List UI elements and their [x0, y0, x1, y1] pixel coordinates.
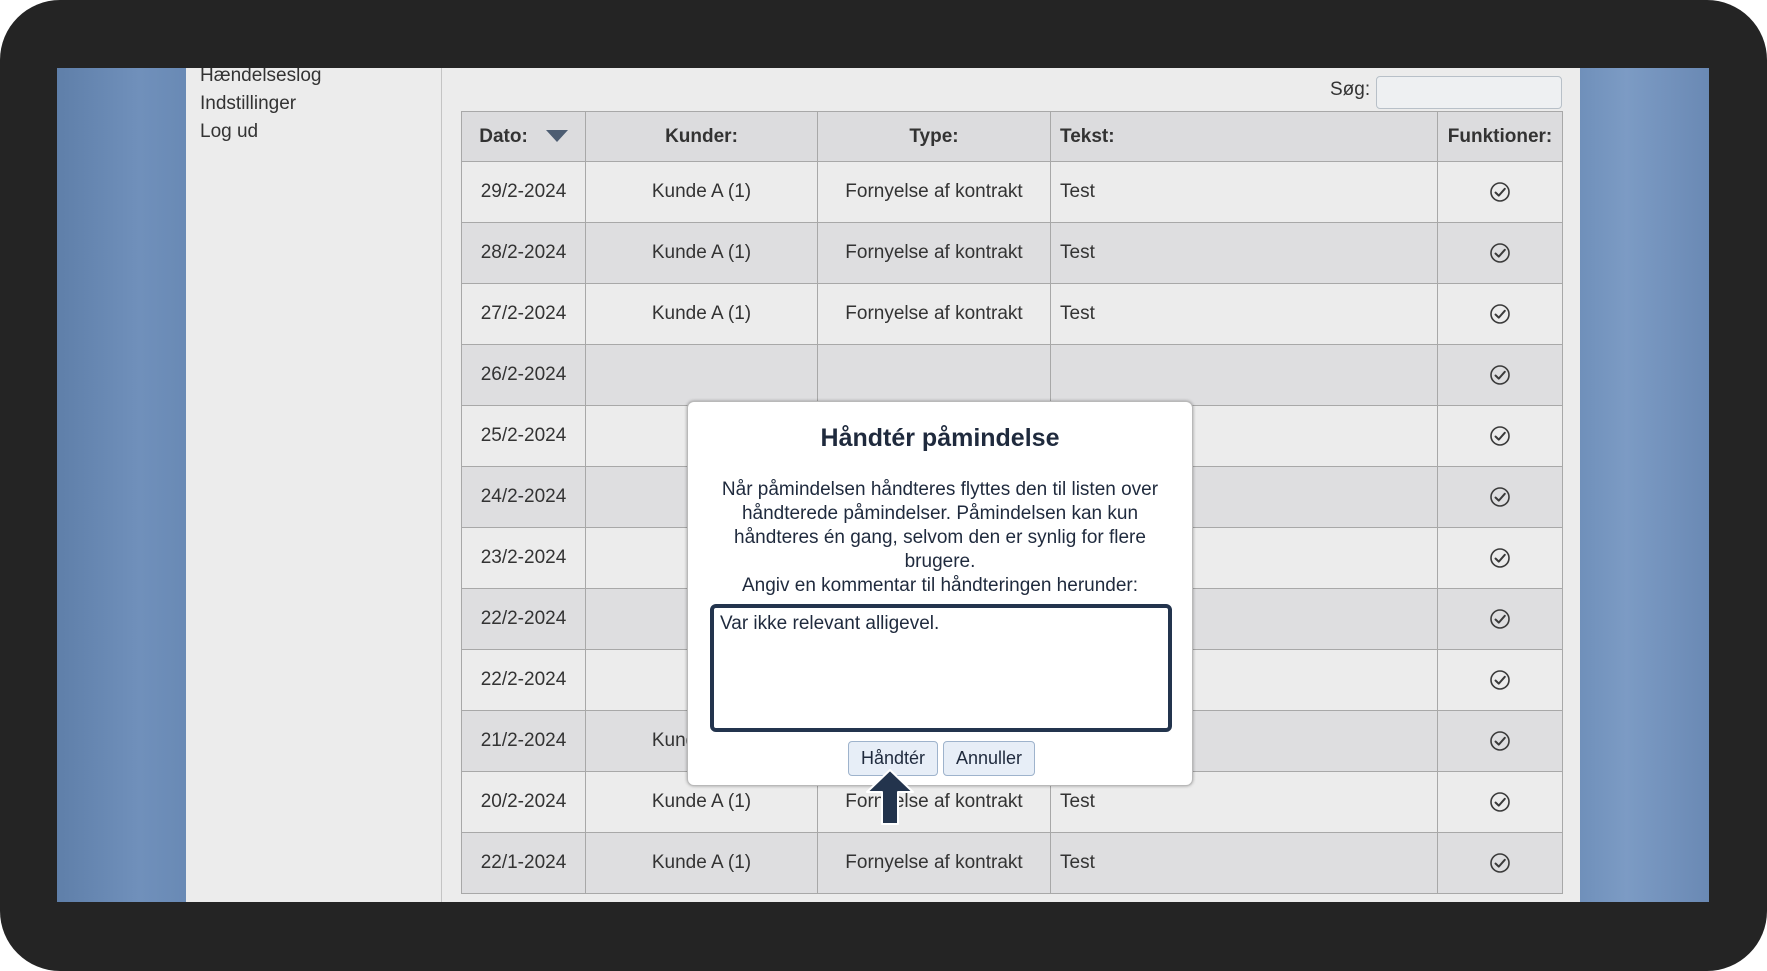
cell-date: 29/2-2024 [461, 161, 586, 223]
cell-functions [1437, 344, 1563, 406]
dialog-message-line: håndterede påmindelser. Påmindelsen kan … [741, 503, 1139, 524]
cell-type: Fornyelse af kontrakt [817, 832, 1051, 894]
check-circle-icon[interactable] [1489, 303, 1511, 325]
column-header-date-label: Dato: [479, 125, 528, 147]
cell-text: Test [1050, 832, 1438, 894]
cell-type: Fornyelse af kontrakt [817, 222, 1051, 284]
dialog-message-line: Når påmindelsen håndteres flyttes den ti… [721, 479, 1159, 500]
screen: Hændelseslog Indstillinger Log ud Søg: D… [57, 68, 1709, 902]
cell-functions [1437, 222, 1563, 284]
column-header-text[interactable]: Tekst: [1050, 111, 1438, 162]
comment-textarea[interactable]: Var ikke relevant alligevel. [710, 604, 1172, 732]
arrow-up-icon [866, 769, 914, 825]
cell-functions [1437, 588, 1563, 650]
cell-customer: Kunde A (1) [585, 832, 818, 894]
cell-date: 25/2-2024 [461, 405, 586, 467]
column-header-date[interactable]: Dato: [461, 111, 586, 162]
cell-type: Fornyelse af kontrakt [817, 283, 1051, 345]
cell-functions [1437, 649, 1563, 711]
cell-type [817, 344, 1051, 406]
cell-functions [1437, 466, 1563, 528]
cell-date: 22/1-2024 [461, 832, 586, 894]
cell-date: 21/2-2024 [461, 710, 586, 772]
dialog-title: Håndtér påmindelse [820, 424, 1060, 452]
cell-functions [1437, 710, 1563, 772]
sidebar-item-logout[interactable]: Log ud [200, 121, 258, 143]
cell-functions [1437, 405, 1563, 467]
cell-text: Test [1050, 283, 1438, 345]
cell-functions [1437, 527, 1563, 589]
sort-down-icon[interactable] [545, 130, 568, 143]
cell-customer: Kunde A (1) [585, 222, 818, 284]
cancel-button[interactable]: Annuller [943, 741, 1036, 776]
cell-customer: Kunde A (1) [585, 161, 818, 223]
check-circle-icon[interactable] [1489, 547, 1511, 569]
check-circle-icon[interactable] [1489, 486, 1511, 508]
check-circle-icon[interactable] [1489, 791, 1511, 813]
sidebar-item-event-log[interactable]: Hændelseslog [200, 68, 321, 87]
column-header-functions: Funktioner: [1437, 111, 1563, 162]
cell-text [1050, 344, 1438, 406]
cell-text: Test [1050, 222, 1438, 284]
table-row: 27/2-2024 Kunde A (1) Fornyelse af kontrak… [461, 283, 1563, 345]
dialog-message-line: Angiv en kommentar til håndteringen heru… [741, 575, 1139, 596]
cell-date: 22/2-2024 [461, 649, 586, 711]
sidebar-item-settings[interactable]: Indstillinger [200, 93, 296, 115]
check-circle-icon[interactable] [1489, 730, 1511, 752]
table-row: 22/1-2024 Kunde A (1) Fornyelse af kontrak… [461, 832, 1563, 894]
search-label: Søg: [1330, 79, 1371, 100]
device-frame: Hændelseslog Indstillinger Log ud Søg: D… [0, 0, 1767, 971]
cell-text: Test [1050, 161, 1438, 223]
check-circle-icon[interactable] [1489, 364, 1511, 386]
check-circle-icon[interactable] [1489, 181, 1511, 203]
cell-functions [1437, 832, 1563, 894]
check-circle-icon[interactable] [1489, 608, 1511, 630]
check-circle-icon[interactable] [1489, 669, 1511, 691]
cell-functions [1437, 771, 1563, 833]
cell-date: 26/2-2024 [461, 344, 586, 406]
column-header-type[interactable]: Type: [817, 111, 1051, 162]
dialog-message: Når påmindelsen håndteres flyttes den ti… [718, 478, 1162, 598]
cell-date: 28/2-2024 [461, 222, 586, 284]
cell-date: 27/2-2024 [461, 283, 586, 345]
cell-date: 20/2-2024 [461, 771, 586, 833]
cell-date: 24/2-2024 [461, 466, 586, 528]
check-circle-icon[interactable] [1489, 425, 1511, 447]
table-row: 29/2-2024 Kunde A (1) Fornyelse af kontrak… [461, 161, 1563, 223]
cell-type: Fornyelse af kontrakt [817, 161, 1051, 223]
check-circle-icon[interactable] [1489, 242, 1511, 264]
search-input[interactable] [1376, 76, 1562, 109]
cell-customer [585, 344, 818, 406]
cell-functions [1437, 161, 1563, 223]
cell-customer: Kunde A (1) [585, 283, 818, 345]
table-row: 28/2-2024 Kunde A (1) Fornyelse af kontrak… [461, 222, 1563, 284]
table-header-row: Dato: Kunder: Type: Tekst: Funktioner: [461, 111, 1563, 162]
cell-functions [1437, 283, 1563, 345]
column-header-customers[interactable]: Kunder: [585, 111, 818, 162]
dialog-message-line: brugere. [904, 551, 976, 572]
sidebar: Hændelseslog Indstillinger Log ud [186, 68, 442, 902]
table-row: 26/2-2024 [461, 344, 1563, 406]
cell-date: 22/2-2024 [461, 588, 586, 650]
check-circle-icon[interactable] [1489, 852, 1511, 874]
handle-reminder-dialog: Håndtér påmindelse Når påmindelsen håndt… [687, 401, 1193, 786]
cell-date: 23/2-2024 [461, 527, 586, 589]
dialog-message-line: håndteres én gang, selvom den er synlig … [734, 527, 1146, 548]
